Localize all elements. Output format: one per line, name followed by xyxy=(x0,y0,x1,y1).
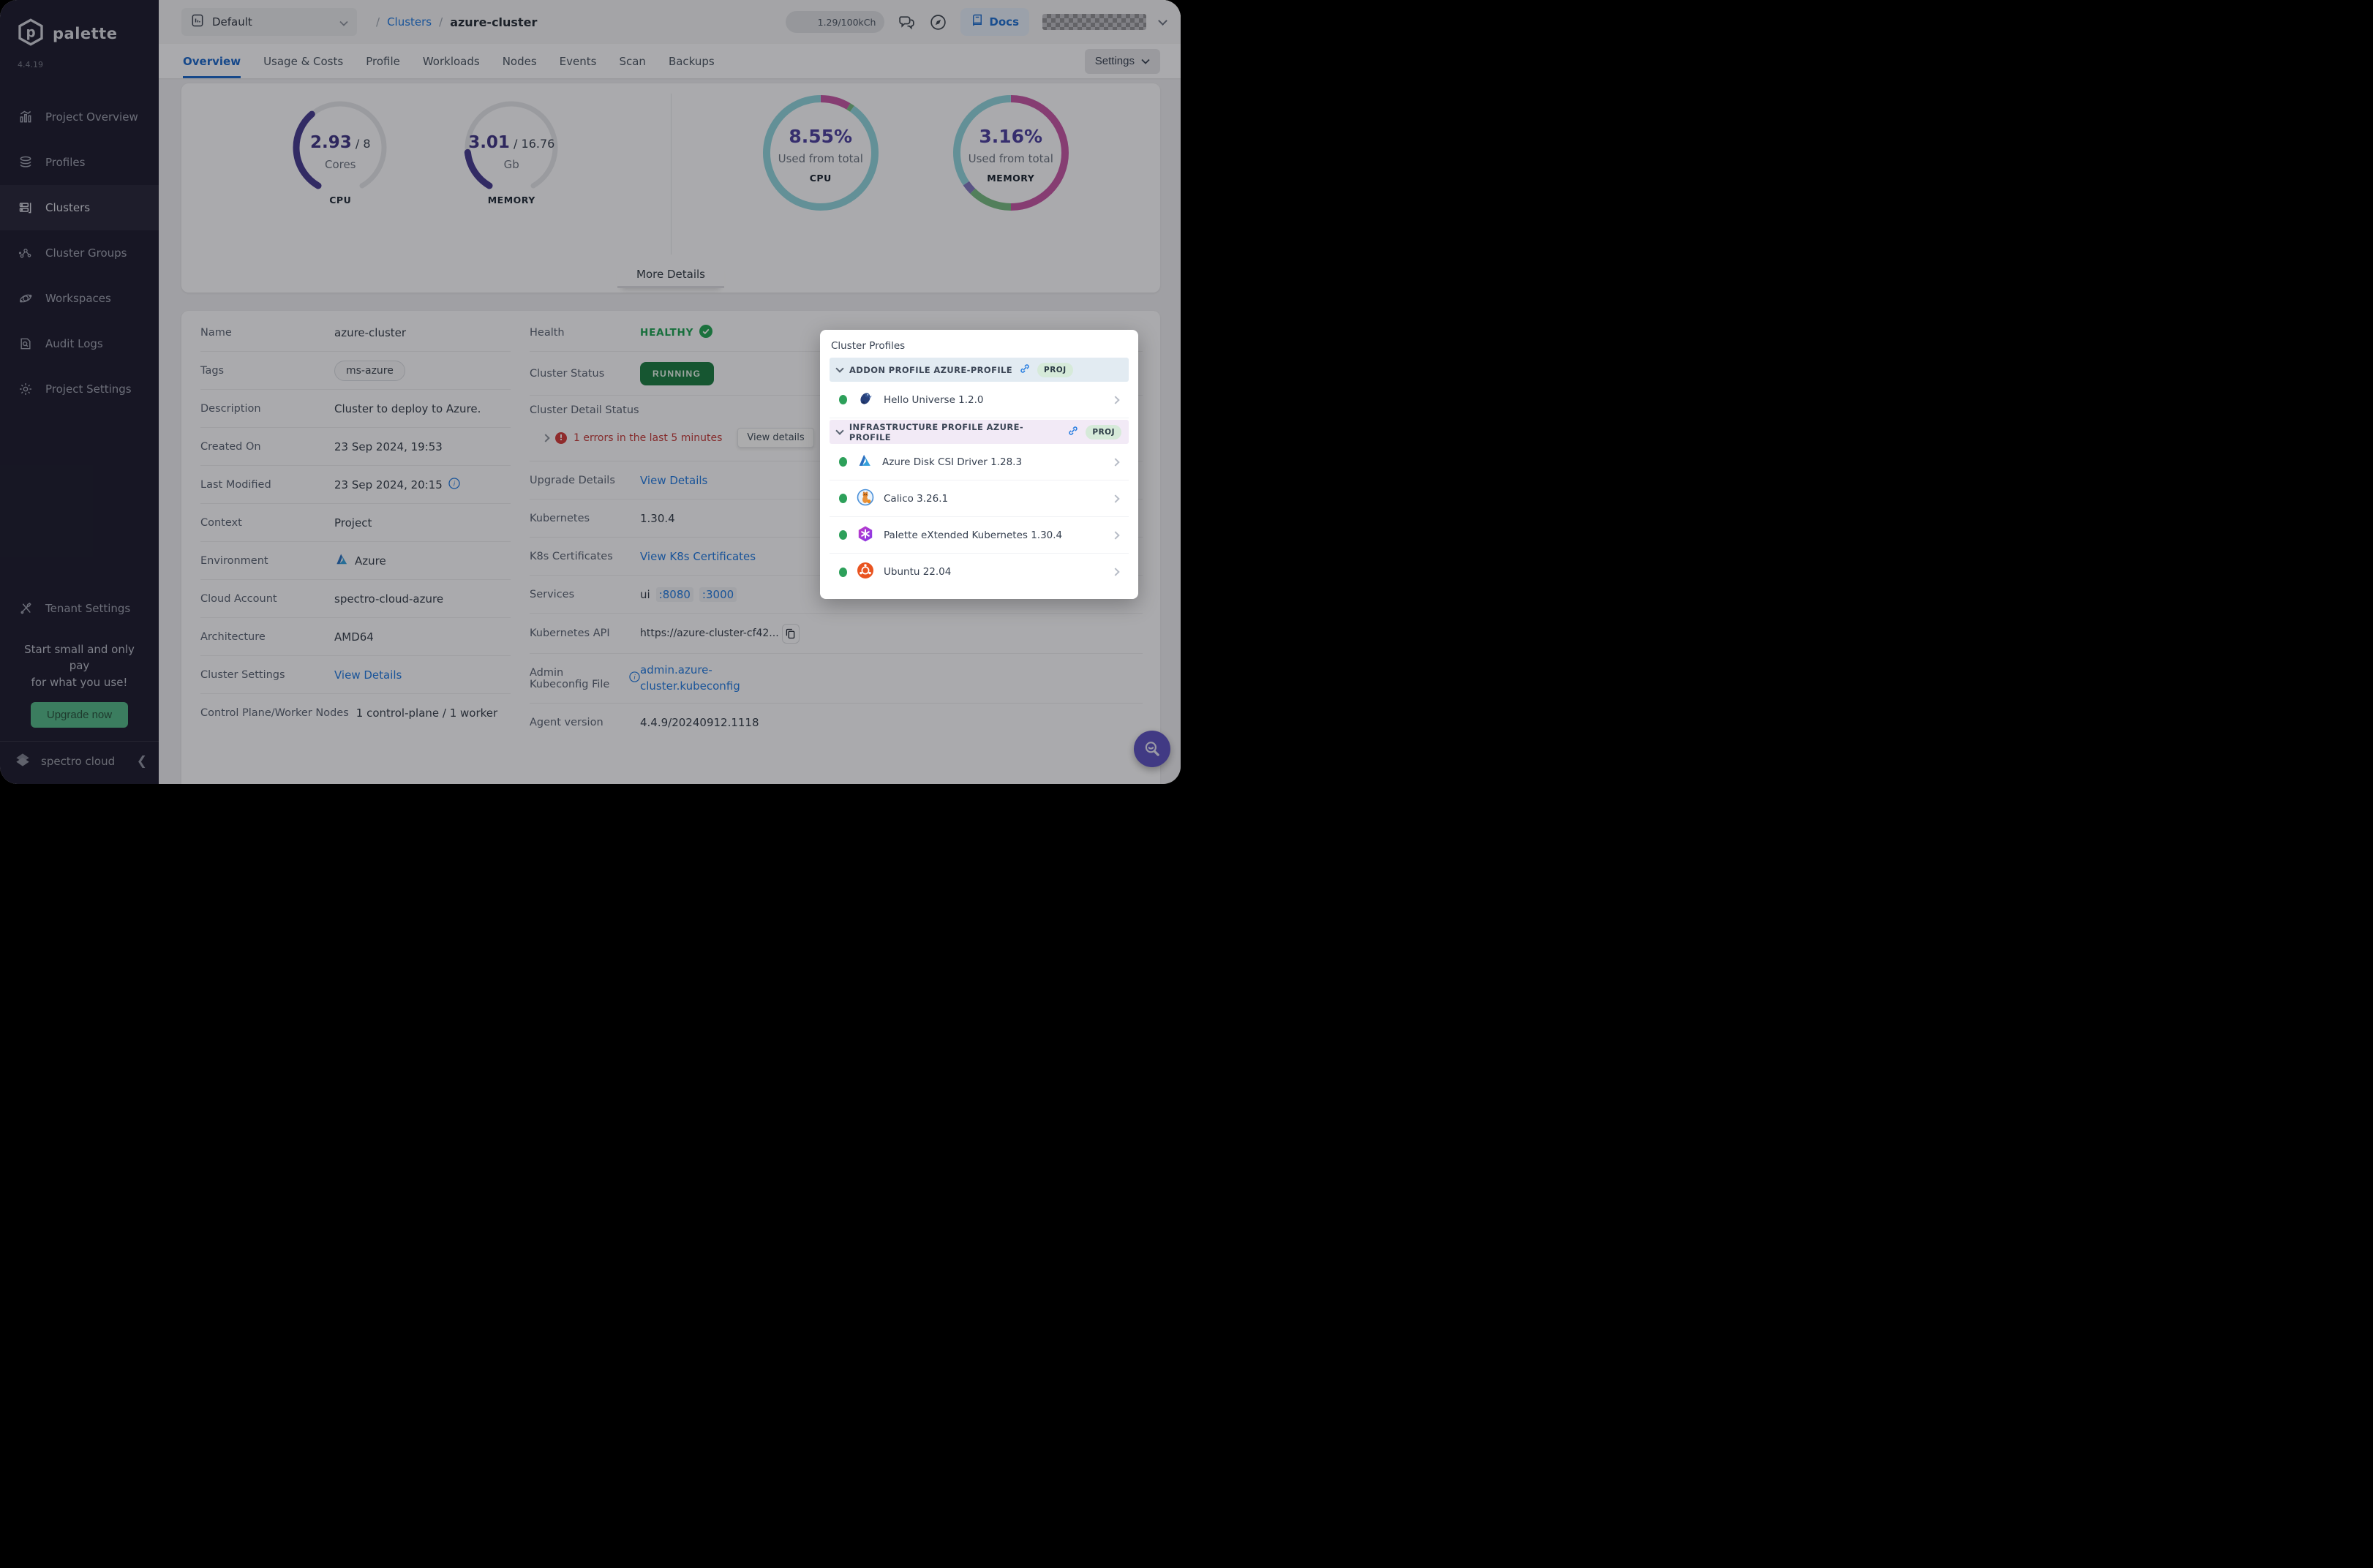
status-dot xyxy=(839,457,847,467)
status-dot xyxy=(839,395,847,404)
link-icon[interactable] xyxy=(1019,363,1031,377)
chevron-down-icon xyxy=(835,364,843,372)
chevron-right-icon xyxy=(1111,531,1119,539)
scope-badge: PROJ xyxy=(1037,363,1073,377)
status-dot xyxy=(839,568,847,577)
profile-row-calico[interactable]: Calico 3.26.1 xyxy=(830,480,1129,517)
app-window: p palette 4.4.19 Project Overview Profil… xyxy=(0,0,1181,784)
profile-row-hello-universe[interactable]: Hello Universe 1.2.0 xyxy=(830,382,1129,418)
profile-row-ubuntu[interactable]: Ubuntu 22.04 xyxy=(830,554,1129,590)
hello-universe-icon xyxy=(857,390,874,410)
status-dot xyxy=(839,530,847,540)
link-icon[interactable] xyxy=(1067,425,1079,440)
infrastructure-profile-section-header[interactable]: INFRASTRUCTURE PROFILE AZURE-PROFILE PRO… xyxy=(830,420,1129,444)
chevron-down-icon xyxy=(835,426,843,434)
profile-row-palette-extended-kubernetes[interactable]: Palette eXtended Kubernetes 1.30.4 xyxy=(830,517,1129,554)
profile-row-azure-disk-csi[interactable]: Azure Disk CSI Driver 1.28.3 xyxy=(830,444,1129,480)
calico-icon xyxy=(857,489,874,509)
chevron-right-icon xyxy=(1111,568,1119,576)
pxk-hexagon-icon xyxy=(857,525,874,546)
addon-profile-section-header[interactable]: ADDON PROFILE AZURE-PROFILE PROJ xyxy=(830,358,1129,382)
azure-logo-icon xyxy=(857,453,873,472)
chevron-right-icon xyxy=(1111,396,1119,404)
status-dot xyxy=(839,494,847,503)
chevron-right-icon xyxy=(1111,494,1119,502)
scope-badge: PROJ xyxy=(1086,425,1121,440)
popup-title: Cluster Profiles xyxy=(831,340,1129,352)
chevron-right-icon xyxy=(1111,458,1119,466)
cluster-profiles-popup: Cluster Profiles ADDON PROFILE AZURE-PRO… xyxy=(820,330,1138,599)
ubuntu-icon xyxy=(857,562,874,582)
